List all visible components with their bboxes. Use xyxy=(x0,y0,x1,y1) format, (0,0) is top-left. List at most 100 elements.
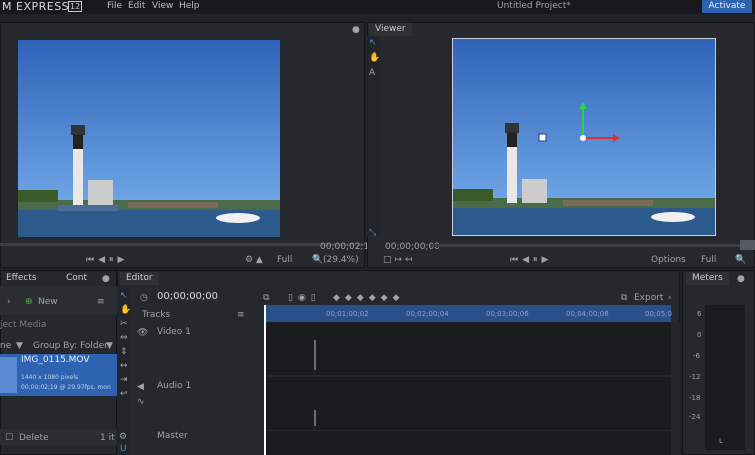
add-icon: ⊕ xyxy=(25,297,33,307)
editor-timecode: 00;00;00;00 xyxy=(157,291,219,302)
video-track-label: Video 1 xyxy=(157,327,191,337)
master-track-lane[interactable] xyxy=(264,431,671,455)
source-scrub-bar[interactable] xyxy=(0,243,365,246)
select-tool-icon[interactable]: ↖ xyxy=(369,38,377,48)
clock-icon: ◷ xyxy=(140,293,148,303)
source-transport-controls[interactable]: ⏮◀⏸▶ xyxy=(86,255,128,265)
new-button[interactable]: New xyxy=(38,297,58,307)
menu-help[interactable]: Help xyxy=(179,1,200,11)
meters-menu-icon[interactable]: ● xyxy=(737,274,745,284)
delete-button[interactable]: Delete xyxy=(19,433,49,443)
editor-scrollbar[interactable] xyxy=(671,322,680,455)
export-button[interactable]: Export xyxy=(634,293,663,303)
record-controls[interactable]: ▯◉▯ xyxy=(288,293,321,303)
media-section-title: ject Media xyxy=(0,320,47,330)
help-icon[interactable]: ● xyxy=(352,25,360,35)
expand-arrow-icon[interactable]: › xyxy=(7,297,11,307)
razor-icon[interactable]: ✂ xyxy=(120,319,128,329)
keyframe-controls[interactable]: ◆◆◆◆◆◆ xyxy=(333,293,405,303)
item-count: 1 it xyxy=(100,433,115,443)
source-quality-select[interactable]: Full xyxy=(277,255,292,265)
tab-editor[interactable]: Editor xyxy=(120,272,159,285)
viewer-lighthouse-image xyxy=(453,39,715,235)
menu-file[interactable]: File xyxy=(107,1,122,11)
ruler-tick-4: 00;04;00;08 xyxy=(566,310,609,318)
ruler-tick-3: 00;03;00;06 xyxy=(486,310,529,318)
ruler-tick-1: 00;01;00;02 xyxy=(326,310,369,318)
ripple-icon[interactable]: ↩ xyxy=(120,389,128,399)
source-zoom-icon[interactable]: 🔍 xyxy=(312,255,323,265)
menu-edit[interactable]: Edit xyxy=(128,1,145,11)
video-visibility-icon[interactable]: 👁 xyxy=(137,328,148,338)
ruler-tick-2: 00;02;00;04 xyxy=(406,310,449,318)
slip-icon[interactable]: ⇔ xyxy=(120,333,128,343)
tab-controls[interactable]: Cont xyxy=(60,272,93,285)
ruler-tick-5: 00;05;0 xyxy=(645,310,672,318)
clip-resolution: 1440 x 1080 pixels xyxy=(21,374,79,381)
list-view-icon[interactable]: ≡ xyxy=(97,297,105,307)
meter-scale-neg24: -24 xyxy=(689,413,701,421)
viewer-options-button[interactable]: Options xyxy=(651,255,686,265)
magnet-icon[interactable]: U xyxy=(120,444,127,454)
panel-menu-icon[interactable]: ● xyxy=(102,274,110,284)
tab-meters[interactable]: Meters xyxy=(686,272,729,285)
tracks-label: Tracks xyxy=(142,310,171,320)
select-icon[interactable]: ↖ xyxy=(120,291,128,301)
viewer-scrub-bar[interactable] xyxy=(430,244,742,247)
resize-corner-icon: ⤡ xyxy=(369,228,377,238)
text-tool-icon[interactable]: A xyxy=(369,68,375,78)
editor-expand-icon[interactable]: › xyxy=(668,293,672,303)
sort-select[interactable]: ne xyxy=(0,341,11,351)
slide-icon[interactable]: ⇕ xyxy=(120,347,128,357)
audio-track-label: Audio 1 xyxy=(157,381,192,391)
video-track-lane[interactable] xyxy=(264,322,671,375)
viewer-edit-icons[interactable]: □↦↤ xyxy=(383,255,416,265)
source-video-frame xyxy=(18,40,280,237)
meter-scale-neg12: -12 xyxy=(689,373,701,381)
timeline-playhead[interactable] xyxy=(264,305,266,455)
export-icon[interactable]: ⧉ xyxy=(621,293,627,303)
sort-chevron-icon[interactable]: ▼ xyxy=(16,341,23,351)
meter-bar xyxy=(705,305,745,450)
rate-icon[interactable]: ↔ xyxy=(120,361,128,371)
video-clip-marker xyxy=(314,340,316,370)
menu-view[interactable]: View xyxy=(152,1,173,11)
tab-viewer[interactable]: Viewer xyxy=(369,23,412,36)
source-zoom-select[interactable]: (29.4%) xyxy=(323,255,359,265)
clip-thumbnail xyxy=(0,357,17,393)
app-logo: M EXPRESS xyxy=(2,0,70,13)
clip-name: IMG_0115.MOV xyxy=(21,355,90,365)
viewer-toolbar xyxy=(367,36,380,236)
audio-link-icon[interactable]: ∿ xyxy=(137,397,145,407)
project-title: Untitled Project* xyxy=(497,1,571,11)
viewer-zoom-icon[interactable]: 🔍 xyxy=(735,255,746,265)
roll-icon[interactable]: ⇥ xyxy=(120,375,128,385)
meter-channel-label: L xyxy=(719,437,723,445)
audio-clip-marker xyxy=(314,410,316,426)
track-headers xyxy=(131,305,264,455)
hand-tool-icon[interactable]: ✋ xyxy=(369,53,380,63)
meter-scale-6: 6 xyxy=(697,310,702,318)
version-badge: 12 xyxy=(68,1,83,12)
delete-icon: ☐ xyxy=(5,433,14,443)
viewer-playhead[interactable] xyxy=(740,240,755,250)
meter-scale-neg6: -6 xyxy=(693,352,700,360)
source-view-icons[interactable]: ⚙ ▲ xyxy=(245,255,263,265)
settings-icon[interactable]: ⚙ xyxy=(119,432,127,442)
tracks-menu-icon[interactable]: ≡ xyxy=(237,310,245,320)
hand-icon[interactable]: ✋ xyxy=(120,305,131,315)
render-icon[interactable]: ⧉ xyxy=(263,293,269,303)
audio-speaker-icon[interactable]: ◀ xyxy=(137,382,144,392)
meter-scale-0: 0 xyxy=(697,331,702,339)
audio-track-lane[interactable] xyxy=(264,377,671,430)
viewer-video-frame[interactable] xyxy=(452,38,716,236)
lighthouse-image xyxy=(18,40,280,237)
master-track-label: Master xyxy=(157,431,188,441)
clip-info: 00;00;02;19 @ 29.97fps, mon xyxy=(21,384,111,391)
viewer-quality-select[interactable]: Full xyxy=(701,255,716,265)
group-by-select[interactable]: Group By: Folder xyxy=(33,341,108,351)
viewer-transport-controls[interactable]: ⏮◀⏸▶ xyxy=(510,255,552,265)
tab-effects[interactable]: Effects xyxy=(0,272,43,285)
group-chevron-icon[interactable]: ▼ xyxy=(106,341,113,351)
activate-button[interactable]: Activate xyxy=(702,0,752,13)
